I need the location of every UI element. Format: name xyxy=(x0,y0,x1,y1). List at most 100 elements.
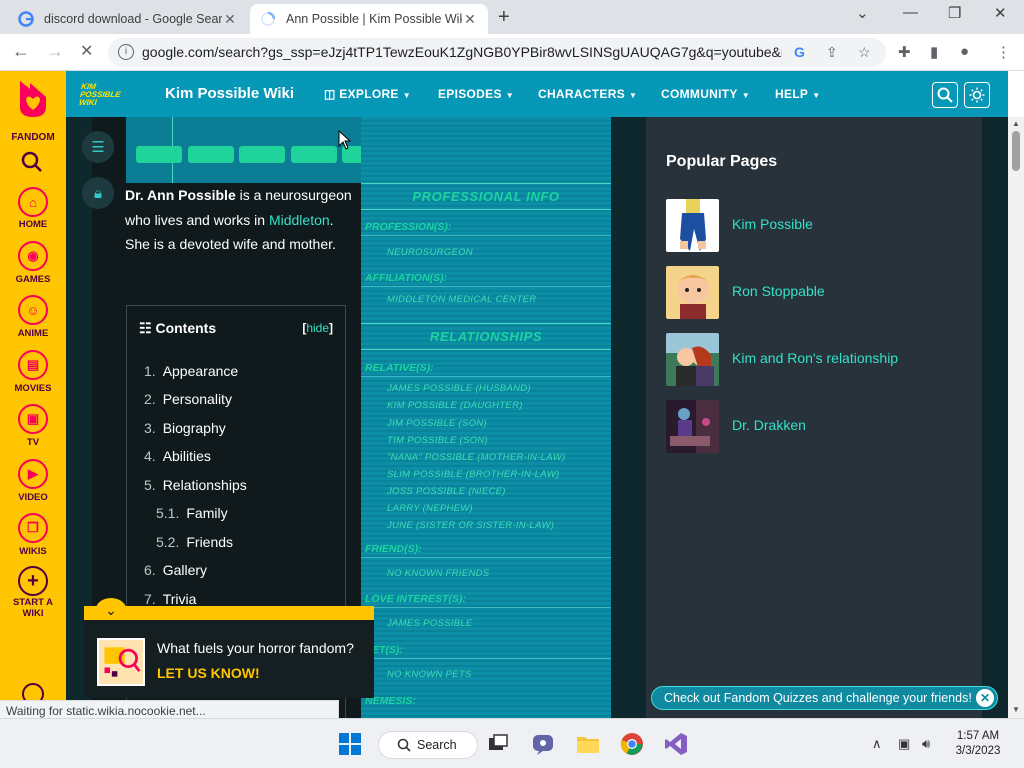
tv-icon[interactable]: ▣ xyxy=(18,404,48,434)
lock-icon[interactable]: 🔒︎ xyxy=(82,177,114,209)
url-text[interactable]: google.com/search?gs_ssp=eJzj4tTP1TewzEo… xyxy=(142,44,782,60)
tab-kim-possible-wiki[interactable]: Ann Possible | Kim Possible Wiki | ✕ xyxy=(250,4,488,34)
page-scrollbar[interactable]: ▲ ▼ xyxy=(1008,117,1024,718)
tab-close-icon[interactable]: ✕ xyxy=(222,11,238,28)
infobox-value[interactable]: JIM POSSIBLE (SON) xyxy=(387,418,487,429)
toc-item-abilities[interactable]: 4. Abilities xyxy=(144,448,211,464)
stop-loading-icon[interactable]: ✕ xyxy=(80,41,93,61)
quiz-banner-text[interactable]: Check out Fandom Quizzes and challenge y… xyxy=(664,691,972,705)
dr-drakken-thumbnail[interactable] xyxy=(666,400,719,453)
toc-item-friends[interactable]: 5.2. Friends xyxy=(156,534,233,550)
home-icon[interactable]: ⌂ xyxy=(18,187,48,217)
tray-overflow-icon[interactable]: ∧ xyxy=(872,736,882,752)
gallery-tab[interactable] xyxy=(239,146,285,163)
toc-item-trivia[interactable]: 7. Trivia xyxy=(144,591,196,607)
taskbar-search[interactable]: Search xyxy=(378,731,478,759)
fandom-logo-icon[interactable] xyxy=(16,79,50,119)
tab-close-icon[interactable]: ✕ xyxy=(462,11,478,28)
rail-label-games[interactable]: GAMES xyxy=(0,274,66,285)
anime-icon[interactable]: ☺ xyxy=(18,295,48,325)
extensions-icon[interactable]: ✚ xyxy=(898,43,911,61)
visual-studio-icon[interactable] xyxy=(664,732,688,756)
volume-icon[interactable]: 🔊︎ xyxy=(922,736,930,752)
games-icon[interactable]: ◉ xyxy=(18,241,48,271)
infobox-value[interactable]: MIDDLETON MEDICAL CENTER xyxy=(387,294,536,305)
popular-page-link[interactable]: Ron Stoppable xyxy=(732,283,825,299)
fandom-quizzes-banner[interactable]: Check out Fandom Quizzes and challenge y… xyxy=(651,686,998,710)
scroll-down-icon[interactable]: ▼ xyxy=(1012,705,1020,714)
task-view-icon[interactable] xyxy=(486,732,510,756)
infobox-value[interactable]: TIM POSSIBLE (SON) xyxy=(387,435,488,446)
wiki-search-button[interactable] xyxy=(932,82,958,108)
let-us-know-link[interactable]: LET US KNOW! xyxy=(157,665,260,681)
wiki-name[interactable]: Kim Possible Wiki xyxy=(165,85,294,102)
popular-page-item[interactable]: Kim and Ron's relationship xyxy=(666,333,966,387)
chrome-icon[interactable] xyxy=(620,732,644,756)
popular-page-link[interactable]: Kim Possible xyxy=(732,216,813,232)
gallery-tab[interactable] xyxy=(291,146,337,163)
middleton-link[interactable]: Middleton xyxy=(269,212,330,228)
bookmark-star-icon[interactable]: ☆ xyxy=(858,44,871,61)
share-icon[interactable]: ⇪ xyxy=(826,44,838,61)
ron-stoppable-thumbnail[interactable] xyxy=(666,266,719,319)
menu-episodes[interactable]: EPISODES ▼ xyxy=(438,87,514,101)
scrollbar-thumb[interactable] xyxy=(1012,131,1020,171)
infobox-value[interactable]: JAMES POSSIBLE (HUSBAND) xyxy=(387,383,531,394)
new-tab-button[interactable]: + xyxy=(498,6,510,29)
toc-item-relationships[interactable]: 5. Relationships xyxy=(144,477,247,493)
toc-item-biography[interactable]: 3. Biography xyxy=(144,420,226,436)
menu-kebab-icon[interactable]: ⋮ xyxy=(996,43,1011,61)
close-window-icon[interactable]: ✕ xyxy=(994,4,1007,22)
infobox-value[interactable]: "NANA" POSSIBLE (MOTHER-IN-LAW) xyxy=(387,452,565,463)
rail-label-home[interactable]: HOME xyxy=(0,219,66,230)
gallery-tab[interactable] xyxy=(136,146,182,163)
toc-item-appearance[interactable]: 1. Appearance xyxy=(144,363,238,379)
rail-label-wikis[interactable]: WIKIS xyxy=(0,546,66,557)
menu-community[interactable]: COMMUNITY ▼ xyxy=(661,87,750,101)
address-bar[interactable]: i google.com/search?gs_ssp=eJzj4tTP1Tewz… xyxy=(108,38,886,67)
popular-page-link[interactable]: Kim and Ron's relationship xyxy=(732,350,898,366)
infobox-value[interactable]: JOSS POSSIBLE (NIECE) xyxy=(387,486,506,497)
toc-item-personality[interactable]: 2. Personality xyxy=(144,391,232,407)
rail-label-anime[interactable]: ANIME xyxy=(0,328,66,339)
infobox-value[interactable]: SLIM POSSIBLE (BROTHER-IN-LAW) xyxy=(387,469,559,480)
popular-page-item[interactable]: Ron Stoppable xyxy=(666,266,966,320)
theme-toggle-button[interactable] xyxy=(964,82,990,108)
movies-icon[interactable]: ▤ xyxy=(18,350,48,380)
search-icon[interactable] xyxy=(21,151,43,173)
teams-chat-icon[interactable] xyxy=(531,732,555,756)
infobox-value[interactable]: LARRY (NEPHEW) xyxy=(387,503,473,514)
network-icon[interactable]: ▣ xyxy=(898,736,910,752)
gallery-tab[interactable] xyxy=(188,146,234,163)
forward-icon[interactable]: → xyxy=(46,41,64,62)
close-icon[interactable]: ✕ xyxy=(976,689,994,707)
tab-google-search[interactable]: discord download - Google Search ✕ xyxy=(8,4,248,34)
menu-explore[interactable]: ◫ EXPLORE ▼ xyxy=(324,87,411,101)
menu-characters[interactable]: CHARACTERS ▼ xyxy=(538,87,637,101)
rail-label-movies[interactable]: MOVIES xyxy=(0,383,66,394)
chevron-down-icon[interactable]: ⌄ xyxy=(96,598,126,620)
infobox-value[interactable]: JAMES POSSIBLE xyxy=(387,618,473,629)
menu-help[interactable]: HELP ▼ xyxy=(775,87,820,101)
side-panel-icon[interactable]: ▮ xyxy=(930,43,938,61)
start-wiki-icon[interactable]: + xyxy=(18,566,48,596)
popular-page-link[interactable]: Dr. Drakken xyxy=(732,417,806,433)
kim-possible-thumbnail[interactable] xyxy=(666,199,719,252)
profile-avatar-icon[interactable]: ● xyxy=(960,43,969,60)
popular-page-item[interactable]: Kim Possible xyxy=(666,199,966,253)
file-explorer-icon[interactable] xyxy=(576,732,600,756)
rail-label-start-wiki[interactable]: START A WIKI xyxy=(0,597,66,619)
wikis-icon[interactable]: ❐ xyxy=(18,513,48,543)
rail-label-video[interactable]: VIDEO xyxy=(0,492,66,503)
infobox-value[interactable]: KIM POSSIBLE (DAUGHTER) xyxy=(387,400,523,411)
rail-label-tv[interactable]: TV xyxy=(0,437,66,448)
kim-and-ron-thumbnail[interactable] xyxy=(666,333,719,386)
taskbar-clock[interactable]: 1:57 AM 3/3/2023 xyxy=(944,729,1012,759)
tab-search-icon[interactable]: ⌄ xyxy=(856,4,869,22)
video-icon[interactable]: ▶ xyxy=(18,459,48,489)
maximize-icon[interactable]: ❐ xyxy=(948,4,961,22)
toc-hide-label[interactable]: hide xyxy=(306,321,329,335)
toc-item-gallery[interactable]: 6. Gallery xyxy=(144,562,207,578)
popular-page-item[interactable]: Dr. Drakken xyxy=(666,400,966,454)
fandom-brand-label[interactable]: FANDOM xyxy=(0,132,66,143)
